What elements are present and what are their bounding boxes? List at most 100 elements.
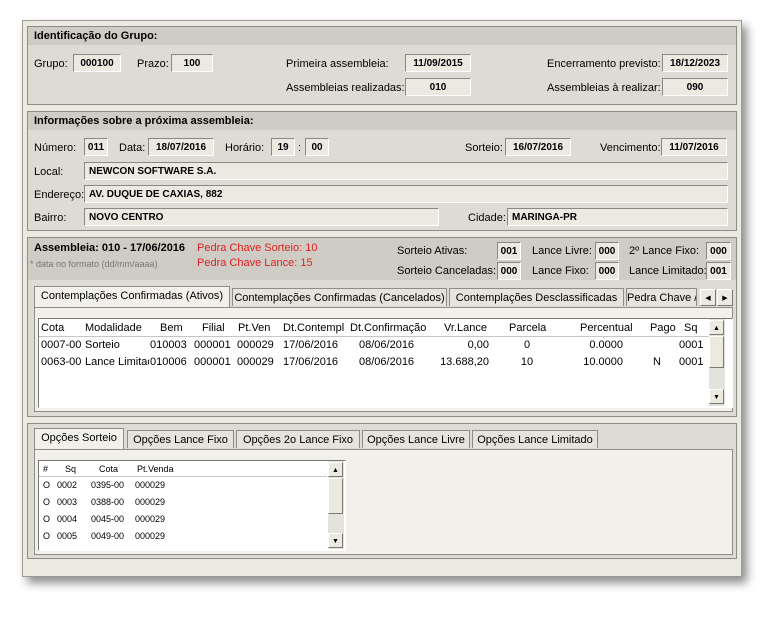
tab-opcoes-lance-livre[interactable]: Opções Lance Livre [362, 430, 470, 448]
cidade-value: MARINGA-PR [507, 208, 728, 226]
list-item[interactable]: O 0002 0395-00 000029 [39, 480, 327, 496]
table-row[interactable]: 0007-00 Sorteio 010003 000001 000029 17/… [39, 339, 707, 355]
primeira-value: 11/09/2015 [405, 54, 471, 72]
encerramento-label: Encerramento previsto: [547, 58, 661, 70]
cell-sq: 0001 [679, 339, 704, 351]
lance-livre-value: 000 [595, 242, 619, 260]
scroll-down-icon[interactable]: ▼ [328, 533, 343, 548]
opcoes-grid[interactable]: # Sq Cota Pt.Venda O 0002 0395-00 000029… [38, 460, 346, 551]
date-format-note: * data no formato (dd/mm/aaaa) [30, 259, 158, 269]
col-sq[interactable]: Sq [684, 322, 697, 334]
cell-marker: O [43, 514, 51, 524]
grupo-label: Grupo: [34, 58, 68, 70]
sorteio-canceladas-label: Sorteio Canceladas: [397, 265, 497, 277]
contemplacoes-grid[interactable]: Cota Modalidade Bem Filial Pt.Ven Dt.Con… [38, 318, 733, 408]
tab-opcoes-lance-fixo[interactable]: Opções Lance Fixo [127, 430, 234, 448]
sorteio-label: Sorteio: [465, 142, 503, 154]
next-assembly-panel: Informações sobre a próxima assembleia: … [27, 111, 737, 231]
list-item[interactable]: O 0003 0388-00 000029 [39, 497, 327, 513]
col-filial[interactable]: Filial [202, 322, 225, 334]
numero-label: Número: [34, 142, 77, 154]
table-row[interactable]: 0063-00 Lance Limitado 010006 000001 000… [39, 356, 707, 372]
cell-ptvenda: 000029 [135, 531, 166, 541]
col-dtcontempl[interactable]: Dt.Contempl [283, 322, 344, 334]
prazo-value: 100 [171, 54, 213, 72]
cell-marker: O [43, 497, 51, 507]
lance-fixo-label: Lance Fixo: [532, 265, 589, 277]
endereco-label: Endereço: [34, 189, 85, 201]
cell-filial: 000001 [194, 356, 231, 368]
list-item[interactable]: O 0005 0049-00 000029 [39, 531, 327, 547]
primeira-label: Primeira assembleia: [286, 58, 389, 70]
bairro-label: Bairro: [34, 212, 67, 224]
tab-opcoes-2o-lance-fixo[interactable]: Opções 2o Lance Fixo [236, 430, 360, 448]
col-parcela[interactable]: Parcela [509, 322, 546, 334]
col-pago[interactable]: Pago [650, 322, 676, 334]
cell-modalidade: Lance Limitado [85, 356, 149, 368]
vencimento-label: Vencimento: [600, 142, 661, 154]
cell-dtcontempl: 17/06/2016 [283, 339, 339, 351]
encerramento-value: 18/12/2023 [662, 54, 728, 72]
cell-pago: N [653, 356, 661, 368]
cell-vrlance: 0,00 [467, 339, 489, 351]
scroll-thumb[interactable] [709, 336, 724, 368]
col-cota[interactable]: Cota [99, 464, 118, 474]
cell-ptvenda: 000029 [135, 514, 166, 524]
scroll-up-icon[interactable]: ▲ [328, 462, 343, 477]
tab-scroll-right-icon[interactable]: ▶ [717, 289, 733, 306]
tab-pedra-chave[interactable]: Pedra Chave / [626, 288, 697, 306]
assembly-title: Assembleia: 010 - 17/06/2016 [34, 242, 186, 254]
col-percentual[interactable]: Percentual [580, 322, 633, 334]
col-sq[interactable]: Sq [65, 464, 76, 474]
scroll-up-icon[interactable]: ▲ [709, 320, 724, 335]
cell-sq: 0003 [57, 497, 78, 507]
cell-dtconfirmacao: 08/06/2016 [359, 356, 415, 368]
cell-sq: 0001 [679, 356, 704, 368]
cell-vrlance: 13.688,20 [440, 356, 489, 368]
assembly-panel: Assembleia: 010 - 17/06/2016 * data no f… [27, 237, 737, 417]
tab-confirmadas-ativos[interactable]: Contemplações Confirmadas (Ativos) [34, 286, 230, 307]
numero-value: 011 [84, 138, 108, 156]
sorteio-ativas-label: Sorteio Ativas: [397, 245, 468, 257]
tab-scroll-left-icon[interactable]: ◀ [700, 289, 716, 306]
realizadas-label: Assembleias realizadas: [286, 82, 405, 94]
col-modalidade[interactable]: Modalidade [85, 322, 142, 334]
list-item[interactable]: O 0004 0045-00 000029 [39, 514, 327, 530]
cell-filial: 000001 [194, 339, 231, 351]
prazo-label: Prazo: [137, 58, 169, 70]
tab-desclassificadas[interactable]: Contemplações Desclassificadas [449, 288, 624, 306]
col-bem[interactable]: Bem [160, 322, 183, 334]
scroll-down-icon[interactable]: ▼ [709, 389, 724, 404]
col-vrlance[interactable]: Vr.Lance [444, 322, 487, 334]
tab-opcoes-lance-limitado[interactable]: Opções Lance Limitado [472, 430, 598, 448]
tab-opcoes-sorteio[interactable]: Opções Sorteio [34, 428, 124, 449]
grid-vscrollbar[interactable]: ▲ ▼ [709, 319, 725, 406]
col-dtconfirmacao[interactable]: Dt.Confirmação [350, 322, 426, 334]
cell-ptven: 000029 [237, 339, 274, 351]
minuto-value: 00 [305, 138, 329, 156]
cell-sq: 0004 [57, 514, 78, 524]
col-ptven[interactable]: Pt.Ven [238, 322, 270, 334]
cell-cota: 0045-00 [91, 514, 125, 524]
scroll-thumb[interactable] [328, 478, 343, 514]
data-label: Data: [119, 142, 146, 154]
bairro-value: NOVO CENTRO [84, 208, 439, 226]
tab-confirmadas-cancelados[interactable]: Contemplações Confirmadas (Cancelados) [232, 288, 447, 306]
contemplacoes-tabstrip: Contemplações Confirmadas (Ativos) Conte… [34, 286, 734, 308]
local-value: NEWCON SOFTWARE S.A. [84, 162, 728, 180]
col-marker[interactable]: # [43, 464, 48, 474]
lance-limitado-value: 001 [706, 262, 731, 280]
cell-sq: 0005 [57, 531, 78, 541]
cell-cota: 0388-00 [91, 497, 125, 507]
grupo-value: 000100 [73, 54, 121, 72]
cell-percentual: 0.0000 [589, 339, 623, 351]
cell-percentual: 10.0000 [583, 356, 623, 368]
cell-sq: 0002 [57, 480, 78, 490]
time-separator: : [298, 142, 302, 154]
group-id-title: Identificação do Grupo: [28, 27, 736, 45]
local-label: Local: [34, 166, 64, 178]
col-cota[interactable]: Cota [41, 322, 64, 334]
col-ptvenda[interactable]: Pt.Venda [137, 464, 174, 474]
opcoes-vscrollbar[interactable]: ▲ ▼ [328, 461, 344, 549]
cell-ptvenda: 000029 [135, 480, 166, 490]
